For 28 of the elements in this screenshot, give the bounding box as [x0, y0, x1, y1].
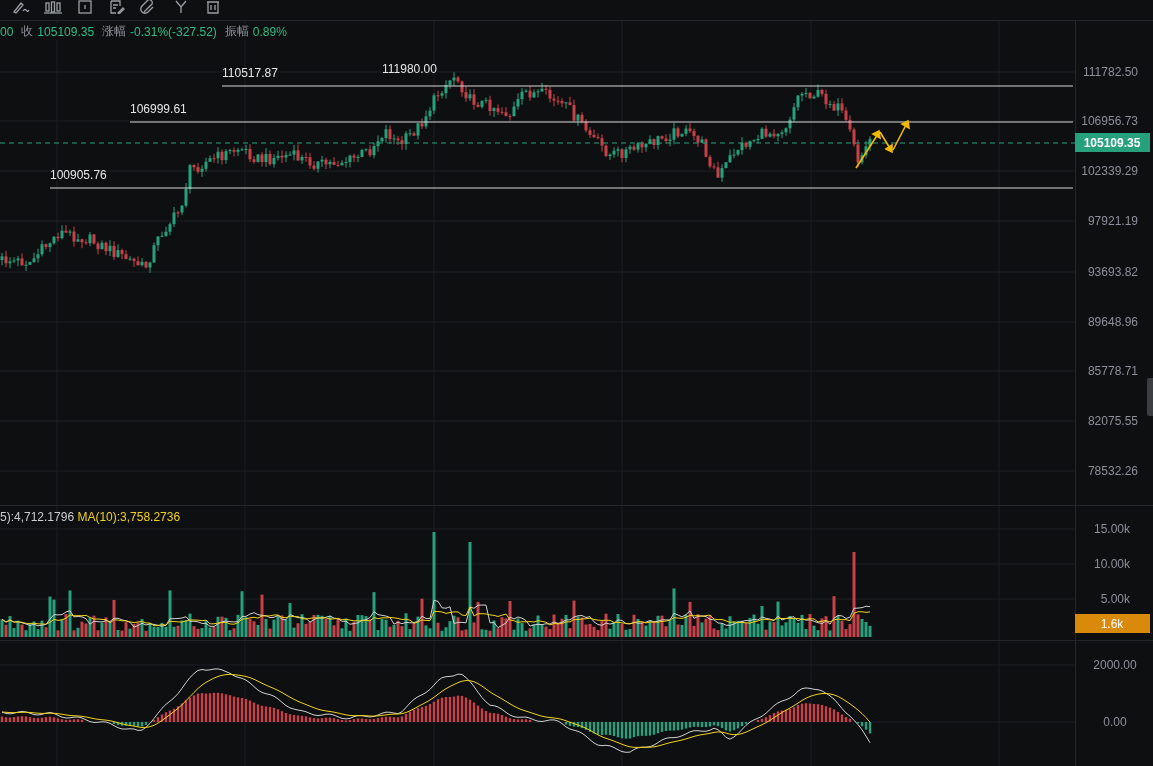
price-axis-label: 111782.50	[1083, 65, 1138, 79]
quote-value: -0.31%(-327.52)	[130, 24, 217, 39]
price-axis-label: 97921.19	[1087, 214, 1138, 228]
quote-label: 振幅	[224, 23, 249, 40]
price-axis-label: 82075.55	[1087, 414, 1138, 428]
current-price-tag: 105109.35	[1075, 133, 1150, 152]
volume-axis-label: 15.00k	[1093, 522, 1130, 536]
macd-axis-label: 0.00	[1103, 715, 1127, 729]
price-axis-label: 78532.26	[1087, 464, 1138, 478]
quote-label: 涨幅	[102, 23, 127, 40]
macd-axis-label: 2000.00	[1093, 658, 1137, 672]
price-axis-label: 85778.71	[1087, 364, 1138, 378]
level-price-label: 110517.87	[222, 66, 278, 80]
quote-value: 00	[0, 24, 14, 39]
volume-legend: 5):4,712.1796 MA(10):3,758.2736	[0, 510, 181, 524]
level-price-label: 106999.61	[130, 102, 187, 116]
price-axis-label: 106956.73	[1081, 114, 1138, 128]
volume-axis-label: 10.00k	[1093, 557, 1130, 571]
quote-value: 0.89%	[252, 24, 287, 39]
quote-value: 105109.35	[37, 24, 95, 39]
quote-label: 收	[21, 23, 34, 40]
price-axis-label: 102339.29	[1081, 164, 1138, 178]
high-price-label: 111980.00	[382, 62, 437, 76]
price-axis-label: 89648.96	[1087, 315, 1138, 329]
volume-axis-label: 5.00k	[1100, 592, 1130, 606]
price-axis-label: 93693.82	[1087, 265, 1138, 279]
current-volume-tag: 1.6k	[1075, 614, 1150, 633]
level-price-label: 100905.76	[50, 168, 107, 182]
